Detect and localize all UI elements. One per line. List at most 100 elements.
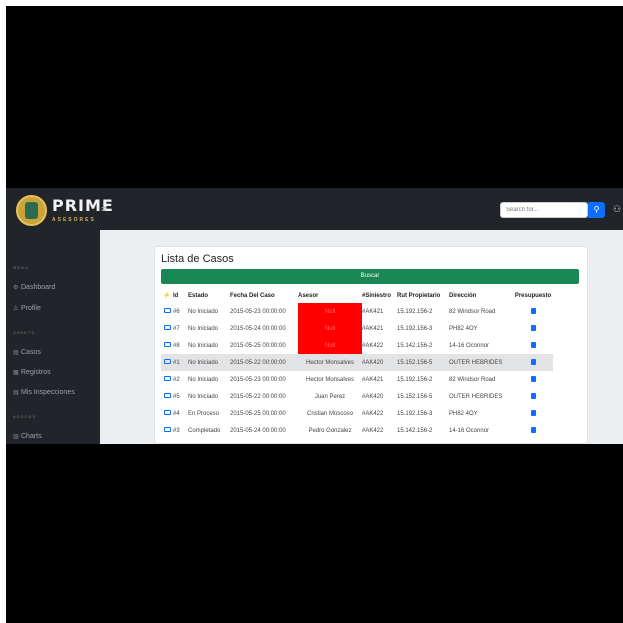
table-row[interactable]: #8 No Iniciado 2015-05-25 00:00:00 Null … xyxy=(161,337,553,354)
user-icon[interactable]: ⚇ xyxy=(613,204,621,214)
cell-asesor: Null xyxy=(298,320,362,337)
app-window: PRIME ASESORES ≡ ⚲ ⚇ MENU ⚙Dashboard ♙Pr… xyxy=(6,188,623,444)
cell-id: #4 xyxy=(173,410,180,417)
sidebar-item-label: Mis Inspecciones xyxy=(21,389,75,396)
sidebar-item-dashboard[interactable]: ⚙ Dashboard xyxy=(13,283,55,293)
cell-fecha: 2015-05-22 00:00:00 xyxy=(230,354,298,371)
grid-icon: ▦ xyxy=(13,370,19,376)
cell-siniestro: #AK421 xyxy=(362,308,384,315)
table-row[interactable]: #2 No Iniciado 2015-05-23 00:00:00 Hecto… xyxy=(161,371,553,388)
dashboard-icon: ⚙ xyxy=(13,285,19,291)
sidebar-item-label: Charts xyxy=(21,433,42,440)
header-estado: Estado xyxy=(188,292,209,299)
cell-fecha: 2015-05-25 00:00:00 xyxy=(230,342,286,349)
sidebar-item-charts[interactable]: ▥ Charts xyxy=(13,432,42,442)
cell-id: #7 xyxy=(173,325,180,332)
top-navbar: PRIME ASESORES ≡ ⚲ ⚇ xyxy=(6,188,623,230)
header-action-icon: ⚡ xyxy=(163,293,171,299)
cell-direccion: PH82 4OY xyxy=(449,410,478,417)
cell-direccion: 14-16 Oconnor xyxy=(449,342,490,349)
table-icon: ▤ xyxy=(13,390,19,396)
sidebar-heading-addons: ADDONS xyxy=(13,414,37,419)
open-case-icon[interactable] xyxy=(163,393,171,398)
cell-direccion: 82 Windsor Road xyxy=(449,376,496,383)
cell-fecha: 2015-05-23 00:00:00 xyxy=(230,376,286,383)
cell-siniestro: #AK422 xyxy=(362,410,384,417)
sidebar-toggle-icon[interactable]: ≡ xyxy=(101,205,110,214)
page-title: Lista de Casos xyxy=(161,253,234,265)
header-siniestro: #Siniestro xyxy=(362,292,392,299)
sidebar-item-label: Profile xyxy=(21,305,41,312)
open-case-icon[interactable] xyxy=(163,308,171,313)
cell-siniestro: #AK421 xyxy=(362,376,384,383)
document-icon[interactable] xyxy=(530,324,536,331)
table-row-highlighted[interactable]: #1 No Iniciado 2015-05-22 00:00:00 Hecto… xyxy=(161,354,553,371)
sidebar-item-inspecciones[interactable]: ▤ Mis Inspecciones xyxy=(13,388,75,398)
header-rut: Rut Propietario xyxy=(397,292,441,299)
cell-asesor: Null xyxy=(298,303,362,320)
cell-asesor: Hector Monsalves xyxy=(298,354,362,371)
cell-estado: No Iniciado xyxy=(188,354,230,371)
logo-icon[interactable] xyxy=(16,195,47,226)
header-id: Id xyxy=(173,292,179,299)
cell-direccion: 14-16 Oconnor xyxy=(449,427,490,434)
header-direccion: Dirección xyxy=(449,292,477,299)
open-case-icon[interactable] xyxy=(163,427,171,432)
cell-rut: 15.142.156-2 xyxy=(397,342,433,349)
cell-estado: No Iniciado xyxy=(188,342,219,349)
sidebar-heading-menu: MENU xyxy=(13,265,29,270)
cell-estado: No Iniciado xyxy=(188,376,219,383)
sidebar-item-registros[interactable]: ▦ Registros xyxy=(13,368,51,378)
open-case-icon[interactable] xyxy=(163,410,171,415)
cell-id: #3 xyxy=(173,427,180,434)
sidebar-heading-sheets: SHEETS xyxy=(13,330,36,335)
table-row[interactable]: #4 En Proceso 2015-05-25 00:00:00 Cristi… xyxy=(161,405,553,422)
document-icon[interactable] xyxy=(530,307,536,314)
cell-direccion: OUTER HEBRIDES xyxy=(449,393,503,400)
screen-frame: PRIME ASESORES ≡ ⚲ ⚇ MENU ⚙Dashboard ♙Pr… xyxy=(6,6,623,623)
cell-direccion: 82 Windsor Road xyxy=(449,308,496,315)
cell-rut: 15.152.156-5 xyxy=(397,393,433,400)
cell-rut: 15.192.156-3 xyxy=(397,410,433,417)
document-icon[interactable] xyxy=(530,409,536,416)
table-icon: ▤ xyxy=(13,350,19,356)
cell-id: #2 xyxy=(173,376,180,383)
document-icon[interactable] xyxy=(530,341,536,348)
cell-fecha: 2015-05-25 00:00:00 xyxy=(230,410,286,417)
table-row[interactable]: #5 No Iniciado 2015-05-22 00:00:00 Juan … xyxy=(161,388,553,405)
open-case-icon[interactable] xyxy=(163,342,171,347)
open-case-icon[interactable] xyxy=(163,359,171,364)
chart-icon: ▥ xyxy=(13,434,19,440)
cell-fecha: 2015-05-24 00:00:00 xyxy=(230,325,286,332)
cell-estado: En Proceso xyxy=(188,410,220,417)
cell-siniestro: #AK422 xyxy=(362,342,384,349)
buscar-button[interactable]: Buscar xyxy=(161,269,579,284)
sidebar-item-casos[interactable]: ▤ Casos xyxy=(13,348,41,358)
cell-fecha: 2015-05-23 00:00:00 xyxy=(230,308,286,315)
cell-direccion: OUTER HEBRIDES xyxy=(449,354,513,371)
cell-direccion: PH82 4OY xyxy=(449,325,478,332)
document-icon[interactable] xyxy=(530,375,536,382)
table-row[interactable]: #6 No Iniciado 2015-05-23 00:00:00 Null … xyxy=(161,303,553,320)
sidebar: MENU ⚙ Dashboard ♙ Profile SHEETS ▤ Casos ▦… xyxy=(6,230,100,444)
search-button[interactable]: ⚲ xyxy=(588,202,605,218)
cases-card: Lista de Casos Buscar ⚡ Id Estado Fecha … xyxy=(154,246,588,444)
table-row[interactable]: #3 Completado 2015-05-24 00:00:00 Pedro … xyxy=(161,422,553,439)
document-icon[interactable] xyxy=(530,392,536,399)
cases-table: ⚡ Id Estado Fecha Del Caso Asesor #Sinie… xyxy=(161,288,553,439)
header-presupuesto: Presupuesto xyxy=(514,292,552,299)
sidebar-item-label: Dashboard xyxy=(21,284,56,291)
document-icon[interactable] xyxy=(530,358,536,365)
cell-siniestro: #AK421 xyxy=(362,325,384,332)
search-input[interactable] xyxy=(500,202,588,218)
open-case-icon[interactable] xyxy=(163,376,171,381)
header-asesor: Asesor xyxy=(298,292,319,299)
open-case-icon[interactable] xyxy=(163,325,171,330)
cell-asesor: Hector Monsalves xyxy=(305,376,355,383)
sidebar-item-profile[interactable]: ♙ Profile xyxy=(13,304,41,314)
cell-asesor: Cristian Moscoso xyxy=(306,410,353,417)
profile-icon: ♙ xyxy=(13,306,19,312)
cell-estado: No Iniciado xyxy=(188,308,219,315)
table-row[interactable]: #7 No Iniciado 2015-05-24 00:00:00 Null … xyxy=(161,320,553,337)
document-icon[interactable] xyxy=(530,426,536,433)
